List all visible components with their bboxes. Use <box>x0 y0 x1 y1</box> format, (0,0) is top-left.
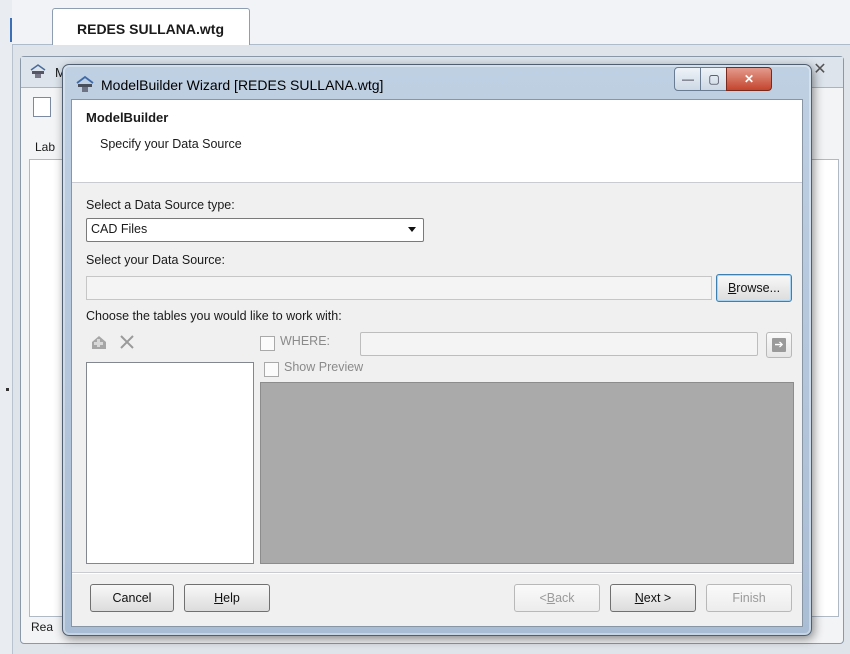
arrow-right-icon: ➔ <box>772 338 786 352</box>
back-button[interactable]: < Back <box>514 584 600 612</box>
wizard-header: ModelBuilder Specify your Data Source <box>72 100 802 183</box>
browse-button[interactable]: Browse... <box>716 274 792 302</box>
modelbuilder-wizard-dialog: ModelBuilder Wizard [REDES SULLANA.wtg] … <box>62 64 812 636</box>
maximize-button[interactable]: ▢ <box>700 67 728 91</box>
where-checkbox[interactable] <box>260 336 275 351</box>
modelbuilder-icon <box>76 75 94 92</box>
wizard-client-area: ModelBuilder Specify your Data Source Se… <box>71 99 803 627</box>
chevron-down-icon <box>408 227 416 232</box>
data-source-label: Select your Data Source: <box>86 253 225 267</box>
modelbuilder-icon <box>30 64 46 78</box>
data-source-field[interactable] <box>86 276 712 300</box>
tables-list[interactable] <box>86 362 254 564</box>
document-tab-label: REDES SULLANA.wtg <box>77 21 224 37</box>
show-preview-checkbox[interactable] <box>264 362 279 377</box>
cancel-button[interactable]: Cancel <box>90 584 174 612</box>
where-field[interactable] <box>360 332 758 356</box>
dialog-title: ModelBuilder Wizard [REDES SULLANA.wtg] <box>101 77 384 93</box>
finish-button[interactable]: Finish <box>706 584 792 612</box>
help-button[interactable]: Help <box>184 584 270 612</box>
background-dot <box>6 388 9 391</box>
minimize-button[interactable]: — <box>674 67 702 91</box>
preview-pane <box>260 382 794 564</box>
wizard-header-title: ModelBuilder <box>86 110 169 125</box>
data-source-type-value: CAD Files <box>91 222 148 236</box>
document-icon[interactable] <box>33 97 51 117</box>
wizard-header-subtitle: Specify your Data Source <box>100 137 242 151</box>
footer-separator <box>72 572 802 574</box>
where-label: WHERE: <box>280 334 330 348</box>
delete-icon[interactable] <box>118 333 136 351</box>
background-column-header: Lab <box>35 140 56 154</box>
document-tab[interactable]: REDES SULLANA.wtg <box>52 8 250 45</box>
document-tab-bar: REDES SULLANA.wtg <box>12 0 850 45</box>
data-source-type-label: Select a Data Source type: <box>86 198 235 212</box>
data-source-type-select[interactable]: CAD Files <box>86 218 424 242</box>
tables-label: Choose the tables you would like to work… <box>86 309 342 323</box>
add-table-icon[interactable] <box>90 333 108 351</box>
close-button[interactable]: ✕ <box>726 67 772 91</box>
app-left-strip <box>0 0 13 654</box>
apply-where-button[interactable]: ➔ <box>766 332 792 358</box>
show-preview-label: Show Preview <box>284 360 364 374</box>
next-button[interactable]: Next > <box>610 584 696 612</box>
